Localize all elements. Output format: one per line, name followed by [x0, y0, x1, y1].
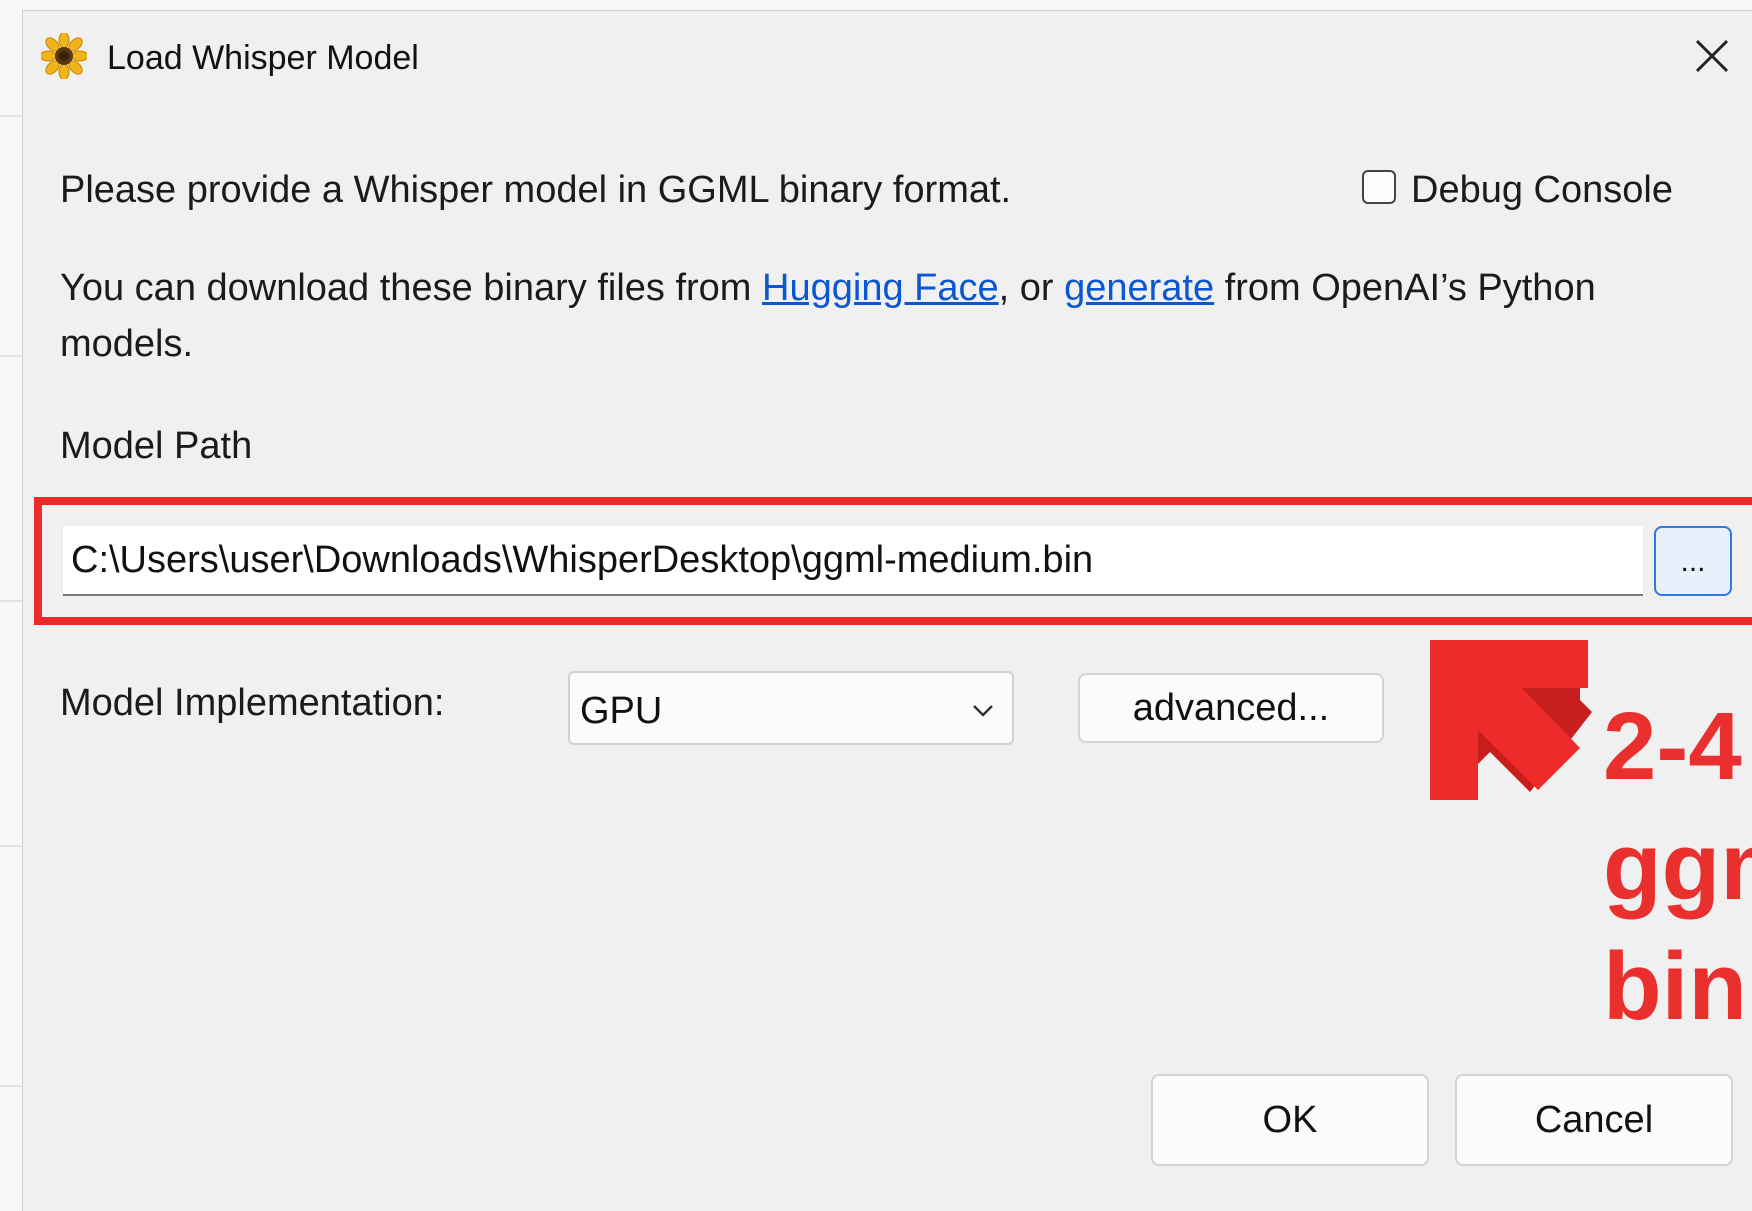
annotation-line-1: 2-4: [1603, 693, 1742, 800]
download-text-end: from OpenAI’s Python: [1214, 267, 1596, 309]
sunflower-icon: [41, 33, 87, 79]
background-divider: [0, 355, 22, 357]
title-bar: Load Whisper Model: [23, 11, 1752, 107]
background-divider: [0, 1085, 22, 1087]
model-path-highlight: [34, 497, 1752, 625]
close-icon: [1695, 39, 1729, 73]
close-button[interactable]: [1689, 33, 1735, 79]
download-info-line1: You can download these binary files from…: [60, 267, 1596, 310]
hugging-face-link[interactable]: Hugging Face: [762, 267, 999, 309]
download-info-line2: models.: [60, 323, 194, 365]
intro-text: Please provide a Whisper model in GGML b…: [60, 169, 1012, 211]
annotation-line-3: bin: [1603, 933, 1747, 1040]
debug-console-label[interactable]: Debug Console: [1411, 169, 1673, 212]
arrow-up-left-icon: [1430, 640, 1592, 800]
download-text-start: You can download these binary files from: [60, 267, 763, 309]
chevron-down-icon: [973, 705, 993, 717]
download-text-mid: , or: [998, 267, 1065, 309]
model-implementation-label: Model Implementation:: [60, 682, 445, 724]
dialog-title: Load Whisper Model: [107, 39, 419, 77]
cancel-button[interactable]: Cancel: [1455, 1074, 1733, 1166]
background-divider: [0, 600, 22, 602]
background-divider: [0, 115, 22, 117]
annotation-line-2: ggm: [1603, 813, 1752, 920]
model-path-label: Model Path: [60, 425, 253, 467]
advanced-button[interactable]: advanced...: [1078, 673, 1384, 743]
model-implementation-value: GPU: [580, 690, 663, 732]
model-implementation-select[interactable]: GPU: [568, 671, 1014, 745]
background-divider: [0, 845, 22, 847]
generate-link[interactable]: generate: [1064, 267, 1214, 309]
ok-button[interactable]: OK: [1151, 1074, 1429, 1166]
debug-console-checkbox[interactable]: [1362, 170, 1396, 204]
